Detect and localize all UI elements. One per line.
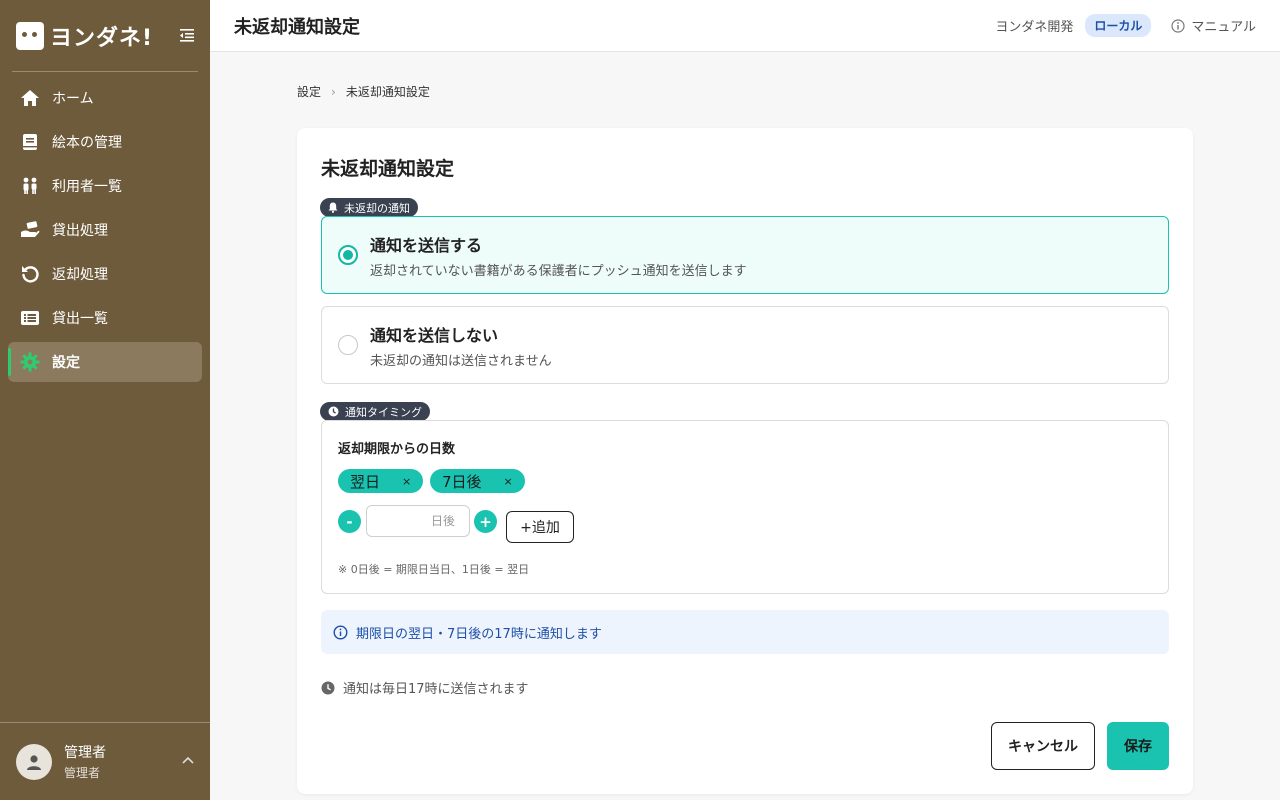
sidebar-divider — [12, 71, 198, 72]
save-button[interactable]: 保存 — [1107, 722, 1169, 770]
user-name: 管理者 — [64, 745, 106, 761]
cancel-button[interactable]: キャンセル — [991, 722, 1095, 770]
decrement-button[interactable]: - — [338, 510, 361, 533]
env-badge: ローカル — [1085, 14, 1152, 37]
gear-icon — [20, 352, 40, 372]
option-no-notification[interactable]: 通知を送信しない 未返却の通知は送信されません — [321, 306, 1169, 384]
schedule-note-text: 通知は毎日17時に送信されます — [343, 682, 529, 697]
chip-next-day: 翌日 × — [338, 469, 424, 493]
option-desc: 返却されていない書籍がある保護者にプッシュ通知を送信します — [370, 263, 747, 279]
user-menu[interactable]: 管理者 管理者 — [0, 722, 210, 800]
sidebar: ヨンダネ! ホーム 絵本の管理 利用者一覧 貸出処理 返却処理 貸出一覧 設定 … — [0, 0, 210, 800]
timing-section-label: 通知タイミング — [345, 405, 422, 419]
radio-send[interactable] — [338, 245, 358, 265]
page-title: 未返却通知設定 — [234, 16, 360, 38]
logo-text: ヨンダネ! — [50, 26, 154, 51]
sidebar-item-lending[interactable]: 貸出処理 — [8, 210, 202, 250]
notify-section-tag: 未返却の通知 — [320, 198, 418, 217]
radio-no-send[interactable] — [338, 335, 358, 355]
notify-section-label: 未返却の通知 — [344, 201, 410, 215]
sidebar-item-label: 絵本の管理 — [52, 135, 122, 151]
logo-mark-icon — [16, 22, 44, 50]
option-desc: 未返却の通知は送信されません — [370, 353, 552, 369]
schedule-note: 通知は毎日17時に送信されます — [321, 678, 529, 697]
hand-lend-icon — [20, 220, 40, 240]
sidebar-item-label: 貸出一覧 — [52, 311, 108, 327]
chevron-up-icon — [182, 756, 194, 764]
sidebar-item-label: 利用者一覧 — [52, 179, 122, 195]
home-icon — [20, 88, 40, 108]
avatar — [16, 743, 52, 780]
option-send-notification[interactable]: 通知を送信する 返却されていない書籍がある保護者にプッシュ通知を送信します — [321, 216, 1169, 294]
top-header: 未返却通知設定 ヨンダネ開発 ローカル マニュアル — [210, 0, 1280, 52]
timing-note: ※ 0日後 = 期限日当日、1日後 = 翌日 — [338, 563, 530, 576]
info-text: 期限日の翌日・7日後の17時に通知します — [356, 626, 602, 642]
chevron-right-icon: › — [331, 84, 336, 99]
clock-icon — [321, 681, 335, 694]
chip-7-days: 7日後 × — [430, 469, 525, 493]
bell-icon — [328, 202, 338, 213]
timing-section-tag: 通知タイミング — [320, 402, 430, 421]
chip-label: 7日後 — [442, 472, 482, 491]
book-icon — [20, 132, 40, 152]
sidebar-item-return[interactable]: 返却処理 — [8, 254, 202, 294]
list-icon — [20, 308, 40, 328]
breadcrumb-parent[interactable]: 設定 — [297, 83, 321, 100]
user-icon — [27, 754, 41, 770]
sidebar-item-label: 設定 — [52, 355, 80, 371]
option-title: 通知を送信する — [370, 235, 483, 255]
chip-label: 翌日 — [350, 472, 381, 491]
option-text: 通知を送信しない 未返却の通知は送信されません — [370, 322, 552, 369]
sidebar-item-label: 返却処理 — [52, 267, 108, 283]
clock-icon — [328, 406, 339, 417]
increment-button[interactable]: + — [474, 510, 497, 533]
logo-row: ヨンダネ! — [0, 0, 210, 72]
card-title: 未返却通知設定 — [321, 158, 455, 180]
chip-remove-button[interactable]: × — [504, 475, 513, 488]
breadcrumb-current: 未返却通知設定 — [345, 85, 430, 99]
sidebar-item-home[interactable]: ホーム — [8, 78, 202, 118]
timing-box: 返却期限からの日数 翌日 × 7日後 × - + +追加 ※ 0日後 = 期限日… — [321, 420, 1169, 594]
timing-label: 返却期限からの日数 — [338, 442, 456, 457]
add-timing-button[interactable]: +追加 — [506, 511, 574, 543]
sidebar-item-books[interactable]: 絵本の管理 — [8, 122, 202, 162]
manual-label: マニュアル — [1191, 20, 1256, 35]
sidebar-item-settings[interactable]: 設定 — [8, 342, 202, 382]
days-input[interactable] — [366, 505, 470, 537]
info-banner: 期限日の翌日・7日後の17時に通知します — [321, 610, 1169, 654]
collapse-sidebar-icon[interactable] — [178, 26, 196, 44]
user-role: 管理者 — [64, 766, 101, 780]
option-text: 通知を送信する 返却されていない書籍がある保護者にプッシュ通知を送信します — [370, 232, 747, 279]
info-icon — [1171, 18, 1185, 33]
header-right: ヨンダネ開発 ローカル マニュアル — [995, 14, 1256, 37]
sidebar-item-users[interactable]: 利用者一覧 — [8, 166, 202, 206]
sidebar-item-label: 貸出処理 — [52, 223, 108, 239]
sidebar-item-lending-list[interactable]: 貸出一覧 — [8, 298, 202, 338]
manual-link[interactable]: マニュアル — [1171, 16, 1256, 35]
return-arrow-icon — [20, 264, 40, 284]
org-name: ヨンダネ開発 — [995, 20, 1074, 35]
chip-remove-button[interactable]: × — [402, 475, 411, 488]
info-icon — [333, 624, 348, 640]
user-info: 管理者 管理者 — [64, 742, 106, 781]
users-icon — [20, 176, 40, 196]
sidebar-item-label: ホーム — [52, 91, 94, 107]
sidebar-nav: ホーム 絵本の管理 利用者一覧 貸出処理 返却処理 貸出一覧 設定 — [0, 72, 210, 382]
breadcrumb: 設定 › 未返却通知設定 — [297, 83, 430, 100]
option-title: 通知を送信しない — [370, 325, 499, 345]
settings-card: 未返却通知設定 未返却の通知 通知を送信する 返却されていない書籍がある保護者に… — [297, 128, 1193, 794]
